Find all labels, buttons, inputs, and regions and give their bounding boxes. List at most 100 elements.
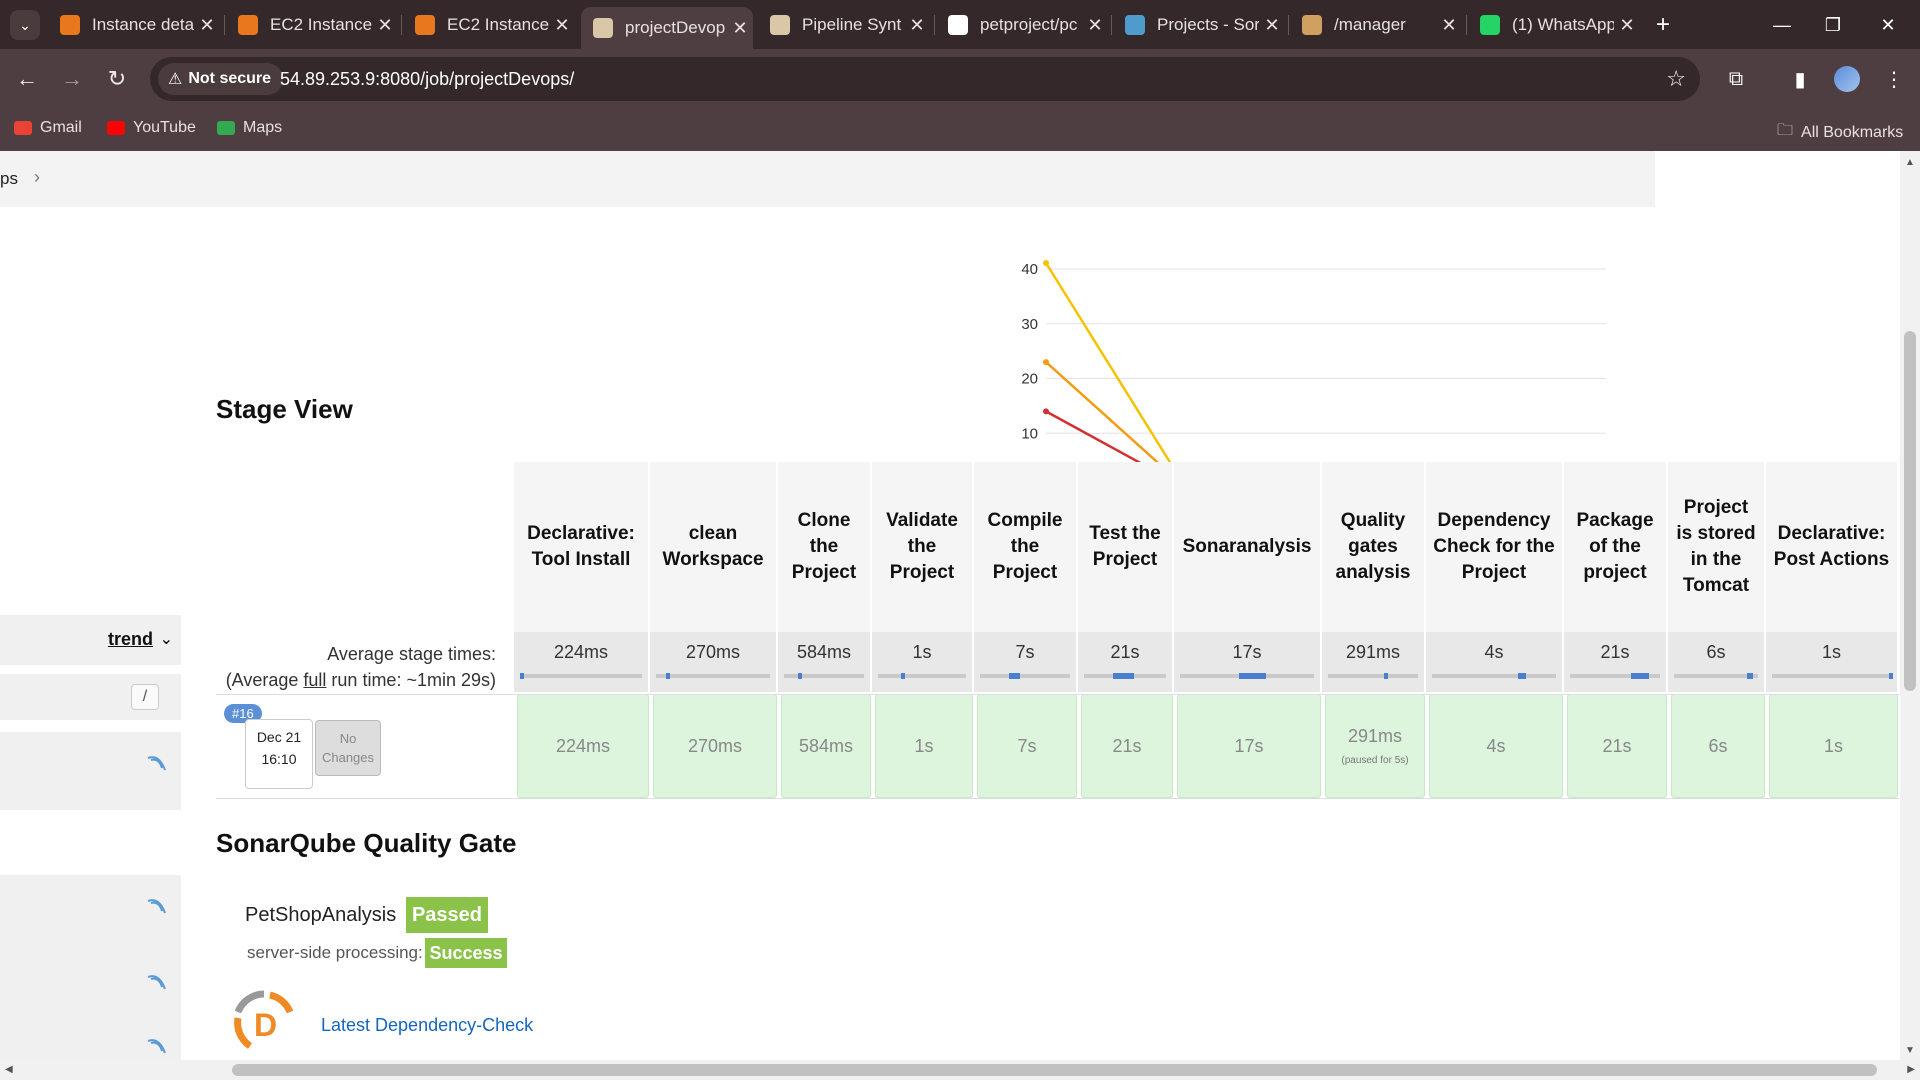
new-tab-button[interactable]: + [1648,10,1678,40]
bookmark-maps[interactable]: Maps [217,119,282,137]
stage-run-cell[interactable]: 21s [1567,694,1667,798]
stage-run-cell[interactable]: 1s [1769,694,1898,798]
build-history-item[interactable] [0,875,181,951]
stage-duration: 21s [1602,735,1632,756]
latest-dependency-check-link[interactable]: Latest Dependency-Check [321,1015,533,1036]
build-date: Dec 21 16:10 [245,719,313,789]
bookmark-gmail[interactable]: Gmail [14,119,82,137]
avg-text: run time: ~1min 29s) [326,670,496,690]
stage-run-cell[interactable]: 21s [1081,694,1173,798]
close-tab-icon[interactable]: ✕ [904,15,930,36]
address-bar[interactable]: ⚠ Not secure 54.89.253.9:8080/job/projec… [150,57,1700,101]
build-history-item[interactable] [0,1023,181,1060]
stage-run-cell[interactable]: 7s [977,694,1077,798]
tab[interactable]: EC2 Instance ✕ [226,7,398,43]
average-time-bar [520,673,642,679]
breadcrumb-item[interactable]: ps [0,169,18,189]
tab[interactable]: EC2 Instance ✕ [403,7,575,43]
stage-run-cell[interactable]: 270ms [653,694,777,798]
stage-average-time: 224ms [514,632,650,692]
tab[interactable]: Pipeline Synt ✕ [758,7,930,43]
changes-box[interactable]: No Changes [315,720,381,776]
build-history-item[interactable] [0,732,181,810]
stage-run-cell[interactable]: 584ms [781,694,871,798]
scroll-up-icon[interactable]: ▲ [1905,157,1915,168]
gmail-icon [14,121,32,135]
security-chip[interactable]: ⚠ Not secure [158,63,284,95]
close-tab-icon[interactable]: ✕ [1436,15,1462,36]
close-tab-icon[interactable]: ✕ [1259,15,1285,36]
tab[interactable]: petproject/pc ✕ [936,7,1108,43]
sonar-project-name[interactable]: PetShopAnalysis [245,904,396,927]
forward-button[interactable]: → [56,63,88,95]
stage-duration: 4s [1486,735,1506,756]
feather-icon [147,756,166,771]
stage-run-cell[interactable]: 291ms (paused for 5s) [1325,694,1425,798]
bookmark-star-icon[interactable]: ☆ [1666,66,1686,92]
horizontal-scrollbar[interactable]: ◀ ▶ [0,1060,1920,1080]
average-time-text: 17s [1232,642,1262,662]
scroll-down-icon[interactable]: ▼ [1905,1045,1915,1056]
stage-duration: 17s [1234,735,1264,756]
url-text[interactable]: 54.89.253.9:8080/job/projectDevops/ [280,69,574,90]
stage-run-cell[interactable]: 1s [875,694,973,798]
extensions-icon[interactable]: ⧉ [1720,63,1752,95]
average-time-bar-fill [901,673,905,679]
scrollbar-thumb[interactable] [232,1064,1877,1076]
build-time-text: 16:10 [261,751,297,767]
stage-run-cell[interactable]: 4s [1429,694,1563,798]
close-tab-icon[interactable]: ✕ [372,15,398,36]
tab[interactable]: Instance deta ✕ [48,7,220,43]
scrollbar-thumb[interactable] [1904,331,1916,691]
maximize-button[interactable]: ❐ [1813,10,1853,40]
average-time-bar-fill [1518,673,1526,679]
tab-search-button[interactable]: ⌄ [10,10,40,40]
side-panel-icon[interactable]: ▮ [1784,63,1816,95]
svg-text:D: D [254,1007,277,1043]
close-tab-icon[interactable]: ✕ [194,15,220,36]
tab[interactable]: projectDevop ✕ [581,7,753,49]
minimize-button[interactable]: — [1762,10,1802,40]
close-window-button[interactable]: ✕ [1868,10,1908,40]
stage-average-time: 1s [872,632,974,692]
chevron-right-icon[interactable]: › [34,167,40,188]
processing-status-badge: Success [425,938,507,968]
aws-icon [238,15,258,35]
scroll-left-icon[interactable]: ◀ [5,1064,13,1075]
close-tab-icon[interactable]: ✕ [727,18,753,39]
profile-avatar[interactable] [1831,63,1863,95]
stage-run-cell[interactable]: 6s [1671,694,1765,798]
all-bookmarks[interactable]: 🗀 All Bookmarks [1777,119,1903,146]
tab[interactable]: /manager ✕ [1290,7,1462,43]
scroll-right-icon[interactable]: ▶ [1907,1064,1915,1075]
tab-label: Instance deta [92,15,194,34]
close-tab-icon[interactable]: ✕ [549,15,575,36]
stage-header: Compile the Project [974,462,1078,632]
stage-average-time: 7s [974,632,1078,692]
bookmark-youtube[interactable]: YouTube [107,119,196,137]
back-button[interactable]: ← [11,63,43,95]
reload-button[interactable]: ↻ [101,63,133,95]
tab-separator [401,15,402,35]
close-tab-icon[interactable]: ✕ [1614,15,1640,36]
build-history-item[interactable] [0,951,181,1023]
stage-run-cell[interactable]: 224ms [517,694,649,798]
stage-header: Validate the Project [872,462,974,632]
tab[interactable]: (1) WhatsApp ✕ [1468,7,1640,43]
close-tab-icon[interactable]: ✕ [1082,15,1108,36]
y-tick-label: 30 [1021,316,1038,333]
stage-header: Test the Project [1078,462,1174,632]
full-run-link[interactable]: full [303,670,326,690]
stage-run-cell[interactable]: 17s [1177,694,1321,798]
chevron-down-icon[interactable]: ⌄ [160,629,173,649]
stage-duration: 21s [1112,735,1142,756]
average-time-text: 584ms [796,642,852,662]
trend-button[interactable]: trend [108,629,153,650]
tab[interactable]: Projects - Sor ✕ [1113,7,1285,43]
bookmark-label: Gmail [40,119,82,136]
vertical-scrollbar[interactable]: ▲ ▼ [1900,151,1920,1060]
stage-header: Declarative: Tool Install [514,462,650,632]
filter-shortcut[interactable]: / [131,684,159,710]
browser-menu-icon[interactable]: ⋮ [1878,63,1910,95]
data-point [1043,408,1049,415]
